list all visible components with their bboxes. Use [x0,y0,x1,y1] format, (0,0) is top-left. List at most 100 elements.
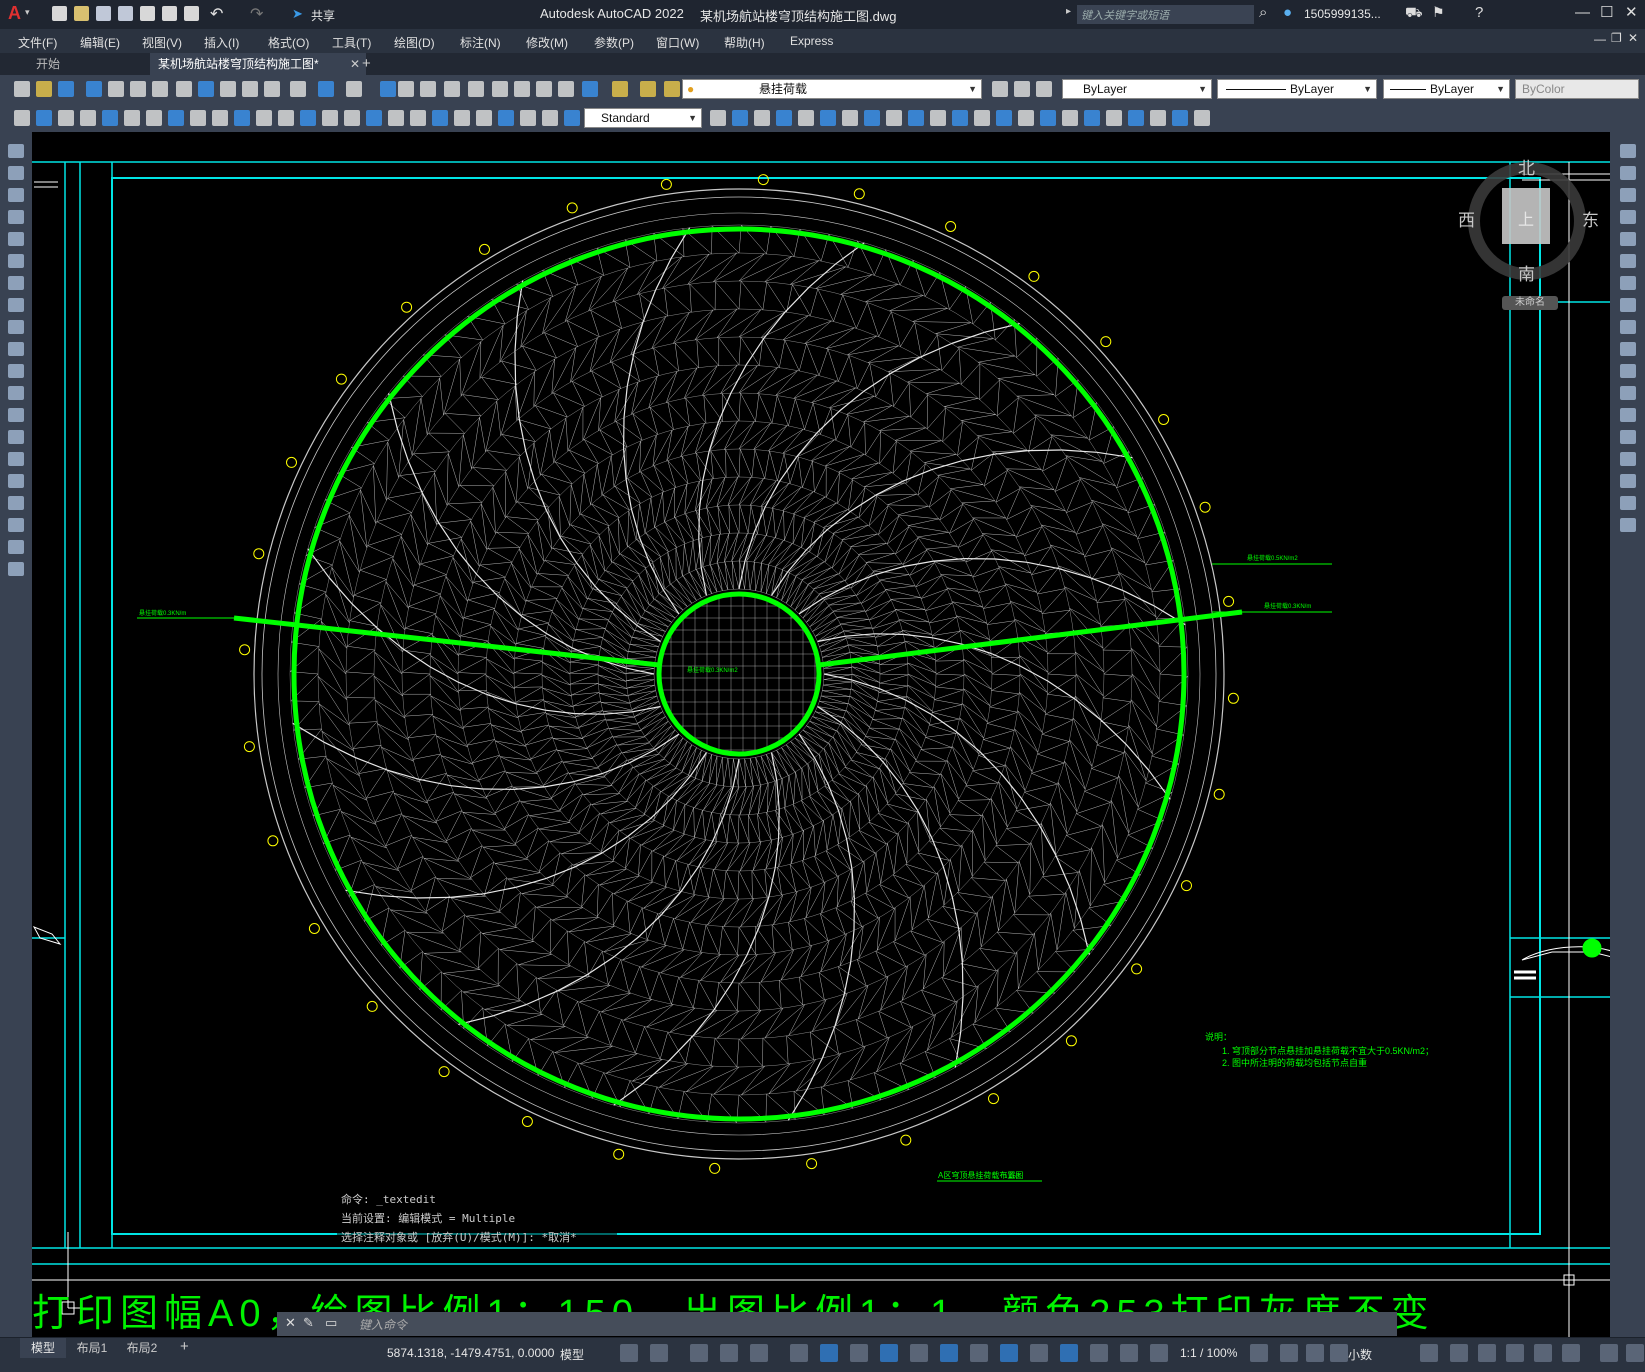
draw-tool-icon[interactable] [8,364,24,378]
status-toggle-icon[interactable] [940,1344,958,1362]
modify-tool-icon[interactable] [732,110,748,126]
menu-item[interactable]: 格式(O) [268,34,309,51]
toolbar-tool-icon[interactable] [468,81,484,97]
toolbar-tool-icon[interactable] [346,81,362,97]
help-icon[interactable]: ? [1475,4,1483,21]
user-name[interactable]: 1505999135... [1304,7,1381,21]
status-toggle-icon[interactable] [850,1344,868,1362]
command-input[interactable]: 键入命令 [359,1316,407,1333]
dimension-tool-icon[interactable] [344,110,360,126]
linetype-dropdown[interactable]: ByLayer ▼ [1217,79,1377,99]
annotation-scale[interactable]: 1:1 / 100% [1180,1346,1237,1360]
toolbar-tool-icon[interactable] [290,81,306,97]
dimension-tool-icon[interactable] [410,110,426,126]
dimension-tool-icon[interactable] [520,110,536,126]
toolbar-tool-icon[interactable] [130,81,146,97]
toolbar-tool-icon[interactable] [152,81,168,97]
status-toggle-icon[interactable] [620,1344,638,1362]
autocad-logo-icon[interactable]: A [8,3,21,24]
status-toggle-icon[interactable] [880,1344,898,1362]
text-style-dropdown[interactable]: Standard ▼ [584,108,702,128]
modify-tool-icon[interactable] [1106,110,1122,126]
menu-item[interactable]: 参数(P) [594,34,634,51]
app-menu-chevron-icon[interactable]: ▾ [25,7,30,18]
menu-item[interactable]: 插入(I) [204,34,239,51]
toolbar-tool-icon[interactable] [492,81,508,97]
draw-tool-icon[interactable] [8,320,24,334]
modify-tool-icon[interactable] [1620,452,1636,466]
layout-tab-1[interactable]: 布局1 [70,1338,114,1358]
draw-tool-icon[interactable] [8,518,24,532]
user-icon[interactable]: ● [1283,4,1292,21]
tab-close-icon[interactable]: ✕ [350,53,360,75]
status-toggle-icon[interactable] [790,1344,808,1362]
modify-tool-icon[interactable] [1620,386,1636,400]
modify-tool-icon[interactable] [1620,320,1636,334]
modify-tool-icon[interactable] [1620,298,1636,312]
dimension-tool-icon[interactable] [300,110,316,126]
modify-tool-icon[interactable] [1620,188,1636,202]
save-as-icon[interactable] [118,6,133,21]
modify-tool-icon[interactable] [952,110,968,126]
status-toggle-icon[interactable] [690,1344,708,1362]
share-button[interactable]: 共享 [311,7,335,24]
command-wrench-icon[interactable]: ✎ [303,1315,314,1331]
dimension-tool-icon[interactable] [476,110,492,126]
draw-tool-icon[interactable] [8,474,24,488]
modify-tool-icon[interactable] [886,110,902,126]
units-display[interactable]: 小数 [1348,1346,1372,1363]
search-input[interactable]: 键入关键字或短语 [1077,5,1254,24]
status-toggle-icon[interactable] [1280,1344,1298,1362]
draw-tool-icon[interactable] [8,166,24,180]
layer-tool-icon[interactable] [992,81,1008,97]
toolbar-tool-icon[interactable] [398,81,414,97]
dimension-tool-icon[interactable] [322,110,338,126]
toolbar-tool-icon[interactable] [264,81,280,97]
status-toggle-icon[interactable] [1030,1344,1048,1362]
modify-tool-icon[interactable] [1620,166,1636,180]
toolbar-tool-icon[interactable] [242,81,258,97]
cart-icon[interactable]: ⛟ [1405,4,1423,23]
status-toggle-icon[interactable] [1626,1344,1644,1362]
viewcube-face[interactable]: 上 [1502,188,1550,244]
layout-tab-model[interactable]: 模型 [20,1338,66,1358]
modify-tool-icon[interactable] [1018,110,1034,126]
status-toggle-icon[interactable] [1506,1344,1524,1362]
tab-drawing[interactable]: 某机场航站楼穹顶结构施工图* ✕ [150,53,366,75]
viewcube-east[interactable]: 东 [1582,206,1599,231]
tab-start[interactable]: 开始 [28,53,68,75]
status-toggle-icon[interactable] [1450,1344,1468,1362]
model-space-button[interactable]: 模型 [560,1346,584,1363]
plot-icon[interactable] [184,6,199,21]
dimension-tool-icon[interactable] [36,110,52,126]
modify-tool-icon[interactable] [1620,254,1636,268]
draw-tool-icon[interactable] [8,430,24,444]
dimension-tool-icon[interactable] [102,110,118,126]
modify-tool-icon[interactable] [1620,364,1636,378]
modify-tool-icon[interactable] [1040,110,1056,126]
toolbar-tool-icon[interactable] [108,81,124,97]
layer-tool-icon[interactable] [1036,81,1052,97]
modify-tool-icon[interactable] [754,110,770,126]
search-chevron-icon[interactable]: ▸ [1066,6,1071,17]
dimension-tool-icon[interactable] [278,110,294,126]
dimension-tool-icon[interactable] [14,110,30,126]
draw-tool-icon[interactable] [8,298,24,312]
wcs-menu[interactable]: 未命名 [1502,296,1558,310]
toolbar-tool-icon[interactable] [558,81,574,97]
undo-icon[interactable]: ↶ [210,4,223,24]
open-web-icon[interactable] [140,6,155,21]
toolbar-tool-icon[interactable] [220,81,236,97]
status-toggle-icon[interactable] [1250,1344,1268,1362]
draw-tool-icon[interactable] [8,276,24,290]
toolbar-tool-icon[interactable] [536,81,552,97]
draw-tool-icon[interactable] [8,254,24,268]
draw-tool-icon[interactable] [8,210,24,224]
draw-tool-icon[interactable] [8,144,24,158]
modify-tool-icon[interactable] [1620,518,1636,532]
menu-item[interactable]: 标注(N) [460,34,501,51]
toolbar-tool-icon[interactable] [612,81,628,97]
dimension-tool-icon[interactable] [146,110,162,126]
plotstyle-dropdown[interactable]: ByColor [1515,79,1639,99]
connect-icon[interactable]: ⚑ [1432,4,1445,21]
